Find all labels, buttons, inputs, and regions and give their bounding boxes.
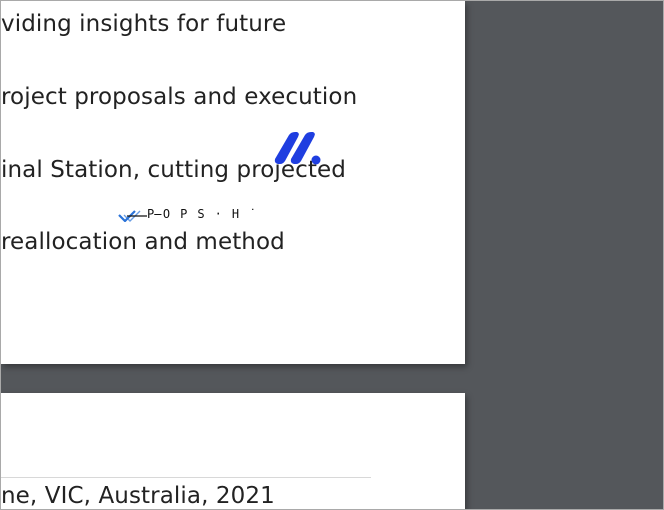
document-page-2: ne, VIC, Australia, 2021 xyxy=(1,393,465,509)
page1-line-2: roject proposals and execution xyxy=(1,84,358,110)
document-page-1: viding insights for future roject propos… xyxy=(1,1,465,364)
document-viewer: viding insights for future roject propos… xyxy=(0,0,664,510)
page1-line-4: reallocation and method xyxy=(1,229,285,255)
page2-line-1: ne, VIC, Australia, 2021 xyxy=(1,483,275,509)
check-icon xyxy=(118,210,147,222)
horizontal-rule xyxy=(1,477,371,478)
brand-logo-icon xyxy=(274,132,321,165)
annotation-text: P̶O P S · H ˙ xyxy=(147,207,258,221)
page1-line-1: viding insights for future xyxy=(1,11,287,37)
